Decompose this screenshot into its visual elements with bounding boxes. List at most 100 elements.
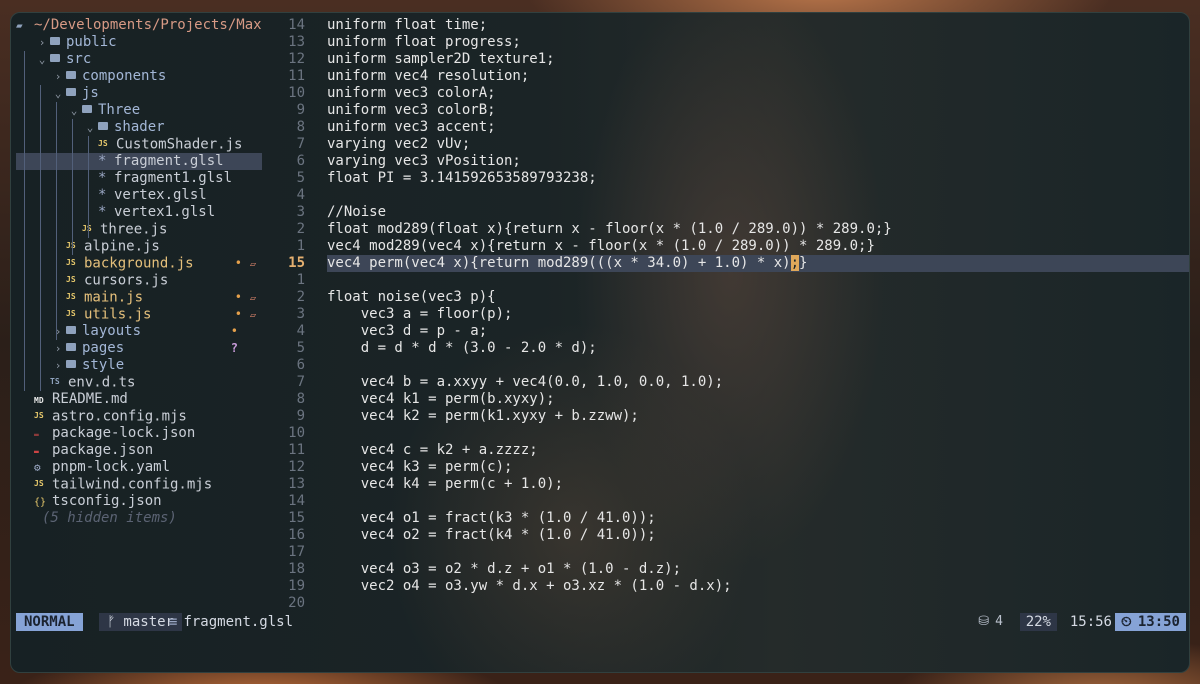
code-line-text: vec4 k1 = perm(b.xyxy);: [327, 391, 555, 407]
code-line[interactable]: uniform sampler2D texture1;: [327, 51, 555, 68]
file-tree-item[interactable]: › layouts •: [16, 323, 262, 340]
folder-icon: [82, 105, 92, 113]
code-line[interactable]: varying vec2 vUv;: [327, 136, 470, 153]
file-tree-item-label: package-lock.json: [52, 425, 196, 441]
line-number: 15: [288, 255, 305, 271]
file-tree-root[interactable]: ▰ ~/Developments/Projects/Max: [16, 17, 262, 34]
file-tree-item[interactable]: {} tsconfig.json: [16, 493, 262, 510]
hidden-items-note[interactable]: (5 hidden items): [16, 510, 262, 527]
file-tree-item[interactable]: JS cursors.js: [16, 272, 262, 289]
chevron-down-icon[interactable]: ⌄: [34, 51, 50, 68]
folder-icon: [66, 360, 76, 368]
line-number: 1: [296, 238, 305, 254]
chevron-right-icon[interactable]: ›: [50, 323, 66, 340]
chevron-right-icon[interactable]: ›: [50, 68, 66, 85]
code-line[interactable]: vec4 mod289(vec4 x){return x - floor(x *…: [327, 238, 875, 255]
code-line[interactable]: vec4 o1 = fract(k3 * (1.0 / 41.0));: [327, 510, 656, 527]
file-tree-item[interactable]: › pages?: [16, 340, 262, 357]
code-line[interactable]: d = d * d * (3.0 - 2.0 * d);: [327, 340, 597, 357]
code-line[interactable]: uniform float progress;: [327, 34, 521, 51]
code-line-text: vec3 d = p - a;: [327, 323, 488, 339]
file-tree-item[interactable]: › components: [16, 68, 262, 85]
code-line[interactable]: vec4 b = a.xxyy + vec4(0.0, 1.0, 0.0, 1.…: [327, 374, 723, 391]
code-line[interactable]: vec3 a = floor(p);: [327, 306, 513, 323]
file-tree-item[interactable]: JS utils.js • ▱: [16, 306, 262, 323]
chevron-right-icon[interactable]: ›: [50, 357, 66, 374]
file-tree-item[interactable]: MD README.md: [16, 391, 262, 408]
chevron-right-icon[interactable]: ›: [34, 34, 50, 51]
file-tree-item[interactable]: JS background.js • ▱: [16, 255, 262, 272]
file-tree-item[interactable]: ▬ package.json: [16, 442, 262, 459]
line-number: 18: [288, 561, 305, 577]
code-line-text: vec4 k4 = perm(c + 1.0);: [327, 476, 564, 492]
code-line-text: vec4 o2 = fract(k4 * (1.0 / 41.0));: [327, 527, 656, 543]
file-tree-item[interactable]: ⌄ shader: [16, 119, 262, 136]
chevron-down-icon[interactable]: ⌄: [66, 102, 82, 119]
file-tree-item[interactable]: JS tailwind.config.mjs: [16, 476, 262, 493]
file-tree-item[interactable]: * fragment1.glsl: [16, 170, 262, 187]
code-line[interactable]: vec4 o2 = fract(k4 * (1.0 / 41.0));: [327, 527, 656, 544]
code-line[interactable]: vec4 k1 = perm(b.xyxy);: [327, 391, 555, 408]
git-branch-icon: ᚠ: [107, 614, 116, 630]
code-line-text: uniform vec3 accent;: [327, 119, 496, 135]
file-tree-item[interactable]: ▬ package-lock.json: [16, 425, 262, 442]
chevron-right-icon[interactable]: ›: [50, 340, 66, 357]
typescript-icon: TS: [50, 377, 60, 386]
code-line-text: vec2 o4 = o3.yw * d.x + o3.xz * (1.0 - d…: [327, 578, 732, 594]
file-tree-item[interactable]: JS main.js • ▱: [16, 289, 262, 306]
code-line-text: vec4 k2 = perm(k1.xyxy + b.zzww);: [327, 408, 639, 424]
code-line[interactable]: vec4 perm(vec4 x){return mod289(((x * 34…: [327, 255, 807, 272]
file-tree-item-label: alpine.js: [84, 238, 160, 255]
line-number: 6: [296, 153, 305, 169]
code-line[interactable]: vec4 k3 = perm(c);: [327, 459, 513, 476]
indent-guide: [24, 51, 25, 391]
code-line[interactable]: varying vec3 vPosition;: [327, 153, 521, 170]
code-line-text: float PI = 3.141592653589793238;: [327, 170, 597, 186]
javascript-icon: JS: [66, 292, 76, 301]
code-line[interactable]: vec4 k4 = perm(c + 1.0);: [327, 476, 563, 493]
code-line[interactable]: float mod289(float x){return x - floor(x…: [327, 221, 892, 238]
file-tree-item[interactable]: ⚙ pnpm-lock.yaml: [16, 459, 262, 476]
file-tree-item[interactable]: JS alpine.js: [16, 238, 262, 255]
file-tree-item[interactable]: › public: [16, 34, 262, 51]
code-line-text: varying vec3 vPosition;: [327, 153, 521, 169]
line-number: 9: [296, 102, 305, 118]
code-line[interactable]: float noise(vec3 p){: [327, 289, 496, 306]
file-tree-item[interactable]: JS astro.config.mjs: [16, 408, 262, 425]
file-tree-item[interactable]: * vertex.glsl: [16, 187, 262, 204]
code-line-text: vec4 o1 = fract(k3 * (1.0 / 41.0));: [327, 510, 656, 526]
file-tree-item[interactable]: JS CustomShader.js: [16, 136, 262, 153]
code-buffer[interactable]: uniform float time; uniform float progres…: [327, 13, 1189, 613]
file-tree-item-label: vertex.glsl: [114, 187, 207, 203]
code-line[interactable]: vec4 k2 = perm(k1.xyxy + b.zzww);: [327, 408, 639, 425]
code-line[interactable]: float PI = 3.141592653589793238;: [327, 170, 597, 187]
file-tree-item[interactable]: ⌄ js: [16, 85, 262, 102]
code-line[interactable]: uniform float time;: [327, 17, 487, 34]
code-line[interactable]: uniform vec4 resolution;: [327, 68, 529, 85]
code-line[interactable]: vec3 d = p - a;: [327, 323, 487, 340]
javascript-icon: JS: [98, 139, 108, 148]
code-line-text: uniform vec4 resolution;: [327, 68, 530, 84]
line-number: 9: [296, 408, 305, 424]
chevron-down-icon[interactable]: ⌄: [82, 119, 98, 136]
code-line[interactable]: vec2 o4 = o3.yw * d.x + o3.xz * (1.0 - d…: [327, 578, 732, 595]
line-number: 12: [288, 51, 305, 67]
line-number: 8: [296, 391, 305, 407]
code-line[interactable]: vec4 o3 = o2 * d.z + o1 * (1.0 - d.z);: [327, 561, 681, 578]
file-tree-item[interactable]: * fragment.glsl: [16, 153, 262, 170]
code-line[interactable]: //Noise: [327, 204, 386, 221]
file-tree-item[interactable]: * vertex1.glsl: [16, 204, 262, 221]
file-tree-item[interactable]: JS three.js: [16, 221, 262, 238]
file-tree-item[interactable]: TS env.d.ts: [16, 374, 262, 391]
code-line[interactable]: uniform vec3 colorA;: [327, 85, 496, 102]
chevron-down-icon[interactable]: ⌄: [50, 85, 66, 102]
line-number: 14: [288, 17, 305, 33]
file-tree-item[interactable]: › style: [16, 357, 262, 374]
glsl-icon: *: [98, 170, 107, 186]
code-line[interactable]: uniform vec3 accent;: [327, 119, 496, 136]
code-line[interactable]: vec4 c = k2 + a.zzzz;: [327, 442, 538, 459]
code-line[interactable]: uniform vec3 colorB;: [327, 102, 496, 119]
file-tree-item[interactable]: ⌄ Three: [16, 102, 262, 119]
code-line-tail: }: [799, 255, 808, 271]
file-tree-item[interactable]: ⌄ src: [16, 51, 262, 68]
